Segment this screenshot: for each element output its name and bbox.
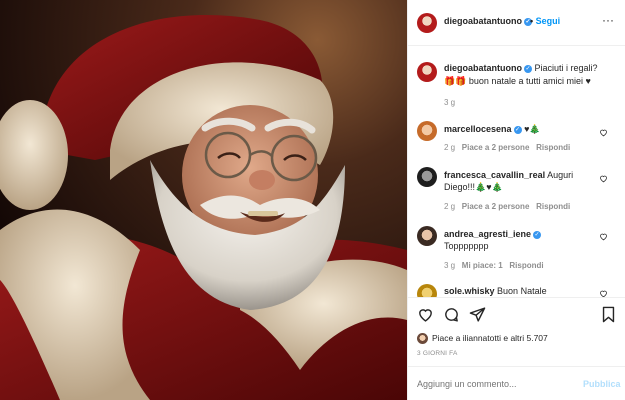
comment-avatar-marcellocesena[interactable] — [417, 121, 437, 141]
reply-link[interactable]: Rispondi — [509, 261, 543, 270]
comment-francesca-line-2: Diego!!!🎄♥🎄 — [444, 182, 503, 192]
reply-link[interactable]: Rispondi — [536, 143, 570, 152]
comment-sole: sole.whisky Buon Natale — [444, 286, 547, 296]
comment-andrea-line-1: andrea_agresti_iene ✓ — [444, 229, 542, 239]
more-options-icon[interactable]: ··· — [602, 13, 614, 27]
actions-divider — [408, 297, 625, 298]
comment-meta-1: 2 g Piace a 2 persone Rispondi — [444, 143, 571, 152]
caption-age: 3 g — [444, 98, 456, 107]
verified-badge-icon: ✓ — [524, 64, 532, 73]
comment-like-heart-icon[interactable] — [599, 128, 608, 137]
comment-marcellocesena: marcellocesena ✓ ♥🎄 — [444, 124, 541, 134]
comment-box-divider — [408, 366, 625, 367]
comment-like-heart-icon[interactable] — [599, 232, 608, 241]
post-side-panel: diegoabatantuono ✓ • Segui ··· diegoabata… — [407, 0, 625, 400]
publish-button[interactable]: Pubblica — [583, 379, 621, 389]
likes-summary[interactable]: Piace a iliannatotti e altri 5.707 — [432, 333, 548, 343]
caption-line-2: 🎁🎁 buon natale a tutti amici miei ♥ — [444, 76, 591, 86]
comment-francesca-line-1: francesca_cavallin_real Auguri — [444, 170, 574, 180]
header-divider — [408, 45, 625, 46]
add-comment-input[interactable] — [417, 376, 567, 392]
follow-link[interactable]: • Segui — [530, 16, 560, 26]
comment-like-heart-icon[interactable] — [599, 289, 608, 297]
author-avatar[interactable] — [417, 13, 437, 33]
author-username[interactable]: diegoabatantuono ✓ — [444, 16, 532, 26]
comment-avatar-andrea[interactable] — [417, 226, 437, 246]
save-bookmark-icon[interactable] — [601, 306, 616, 323]
comment-andrea-line-2: Toppppppp — [444, 241, 489, 251]
verified-badge-icon: ✓ — [513, 125, 522, 134]
post-timestamp: 3 GIORNI FA — [417, 350, 458, 357]
comment-like-heart-icon[interactable] — [599, 174, 608, 183]
comment-avatar-sole[interactable] — [417, 284, 437, 297]
share-send-icon[interactable] — [469, 306, 486, 323]
post-photo[interactable] — [0, 0, 407, 400]
caption-avatar[interactable] — [417, 62, 437, 82]
santa-claus-image — [0, 0, 407, 400]
comment-meta-2: 2 g Piace a 2 persone Rispondi — [444, 202, 571, 211]
verified-badge-icon: ✓ — [533, 230, 542, 239]
liker-avatar[interactable] — [417, 333, 428, 344]
comment-bubble-icon[interactable] — [443, 306, 460, 323]
like-heart-icon[interactable] — [417, 306, 434, 323]
comment-clip-area: sole.whisky Buon Natale — [408, 280, 625, 297]
caption-line-1: diegoabatantuono ✓ Piaciuti i regali? — [444, 63, 598, 73]
reply-link[interactable]: Rispondi — [536, 202, 570, 211]
comment-avatar-francesca[interactable] — [417, 167, 437, 187]
comment-meta-3: 3 g Mi piace: 1 Rispondi — [444, 261, 544, 270]
